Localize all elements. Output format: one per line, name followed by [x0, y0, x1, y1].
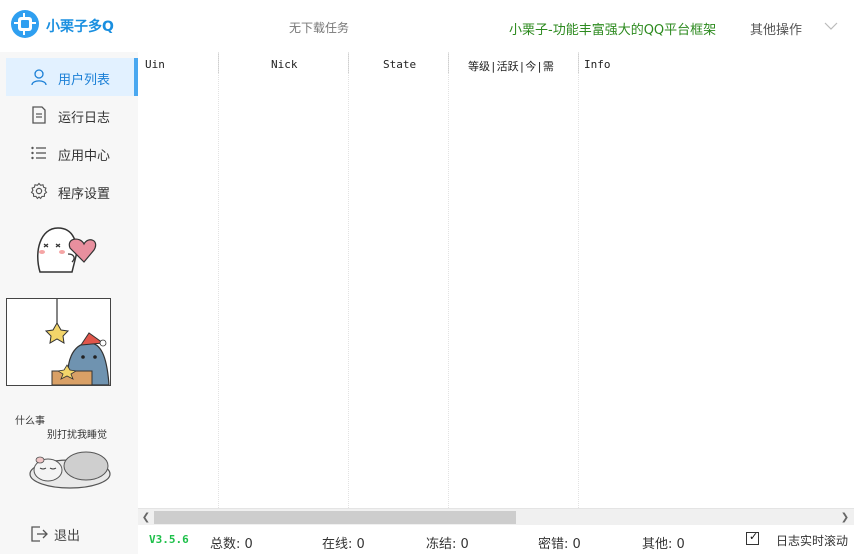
version-label: V3.5.6 [149, 533, 189, 546]
stat-label: 冻结: [426, 537, 457, 552]
logout-icon [31, 526, 48, 542]
stat-total: 总数: 0 [210, 533, 253, 552]
stat-value: 0 [676, 537, 685, 552]
horizontal-scrollbar[interactable]: ❮ ❯ [138, 508, 854, 525]
stat-value: 0 [356, 537, 365, 552]
stat-label: 总数: [210, 537, 241, 552]
sidebar-item-label: 应用中心 [58, 149, 111, 164]
stat-password-error: 密错: 0 [538, 533, 581, 552]
sidebar-item-label: 运行日志 [58, 111, 111, 126]
stat-value: 0 [572, 537, 581, 552]
column-grid-line [218, 52, 219, 508]
scroll-left-icon[interactable]: ❮ [139, 511, 153, 524]
stat-value: 0 [460, 537, 469, 552]
status-bar: V3.5.6 总数: 0 在线: 0 冻结: 0 密错: 0 其他: 0 ✓ 日… [138, 526, 854, 554]
chevron-down-icon [824, 22, 838, 30]
sidebar-item-app-center[interactable]: 应用中心 [6, 134, 138, 172]
user-list-table[interactable]: Uin Nick State 等级|活跃|今|需 Info [138, 52, 854, 508]
sidebar-item-user-list[interactable]: 用户列表 [6, 58, 138, 96]
stat-other: 其他: 0 [642, 533, 685, 552]
logout-button[interactable]: 退出 [30, 522, 130, 546]
column-header-nick[interactable]: Nick [271, 58, 298, 71]
column-header-state[interactable]: State [383, 58, 416, 71]
column-grid-line [578, 52, 579, 508]
sidebar-item-label: 程序设置 [58, 187, 111, 202]
log-scroll-checkbox[interactable]: ✓ [746, 530, 759, 545]
stat-frozen: 冻结: 0 [426, 533, 469, 552]
user-icon [31, 69, 47, 86]
heart-cartoon-sticker [37, 227, 97, 273]
sidebar-item-run-log[interactable]: 运行日志 [6, 96, 138, 134]
slogan: 小栗子-功能丰富强大的QQ平台框架 [509, 23, 717, 38]
stat-online: 在线: 0 [322, 533, 365, 552]
log-scroll-label[interactable]: 日志实时滚动 [776, 532, 848, 549]
checkmark-icon: ✓ [749, 530, 759, 543]
more-operations-menu[interactable]: 其他操作 [750, 19, 838, 38]
scroll-right-icon[interactable]: ❯ [838, 511, 852, 524]
sidebar-item-settings[interactable]: 程序设置 [6, 172, 138, 210]
app-title: 小栗子多Q [46, 19, 114, 35]
download-task-status: 无下载任务 [289, 21, 350, 35]
sidebar-item-label: 用户列表 [58, 73, 111, 88]
column-grid-line [348, 52, 349, 508]
column-header-uin[interactable]: Uin [145, 58, 165, 71]
app-logo-icon [11, 10, 39, 38]
stat-label: 其他: [642, 537, 673, 552]
app-header: 小栗子多Q 无下载任务 小栗子-功能丰富强大的QQ平台框架 其他操作 [0, 0, 854, 52]
column-header-level[interactable]: 等级|活跃|今|需 [468, 58, 554, 74]
sticker-caption-line-1: 什么事 [15, 416, 45, 427]
logout-label: 退出 [54, 529, 81, 544]
sleeping-hamster-sticker [29, 451, 111, 489]
document-icon [32, 106, 46, 124]
list-icon [31, 146, 46, 160]
stat-label: 密错: [538, 537, 569, 552]
column-header-info[interactable]: Info [584, 58, 611, 71]
sidebar: 用户列表 运行日志 应用中心 程序设置 什么事 别打扰我睡觉 退出 [0, 52, 138, 554]
gear-icon [30, 182, 48, 200]
more-operations-label: 其他操作 [750, 23, 803, 38]
stat-label: 在线: [322, 537, 353, 552]
stat-value: 0 [244, 537, 253, 552]
scrollbar-thumb[interactable] [154, 511, 516, 524]
column-grid-line [448, 52, 449, 508]
cat-star-sticker [6, 298, 111, 386]
sticker-caption-line-2: 别打扰我睡觉 [47, 430, 107, 441]
